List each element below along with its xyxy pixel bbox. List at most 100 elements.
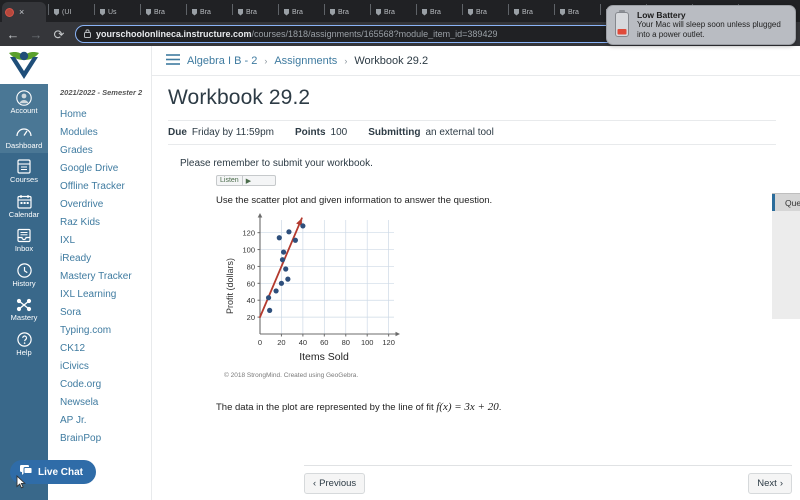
sidebar-item-calendar[interactable]: Calendar xyxy=(0,188,48,223)
course-nav-item-raz-kids[interactable]: Raz Kids xyxy=(48,213,151,231)
tab-favicon-icon xyxy=(421,9,428,16)
help-question-icon xyxy=(16,331,33,348)
svg-text:60: 60 xyxy=(247,279,255,288)
course-nav-item-ap-jr[interactable]: AP Jr. xyxy=(48,411,151,429)
tab-divider xyxy=(508,3,509,15)
course-nav-item-ixl[interactable]: IXL xyxy=(48,231,151,249)
low-battery-notification[interactable]: Low Battery Your Mac will sleep soon unl… xyxy=(606,5,796,45)
course-nav-item-offline-tracker[interactable]: Offline Tracker xyxy=(48,177,151,195)
course-nav-item-mastery-tracker[interactable]: Mastery Tracker xyxy=(48,267,151,285)
sidebar-item-label: Dashboard xyxy=(5,140,43,150)
page-title: Workbook 29.2 xyxy=(168,86,311,109)
sidebar-item-help[interactable]: Help xyxy=(0,326,48,361)
course-nav-item-sora[interactable]: Sora xyxy=(48,303,151,321)
course-nav-item-modules[interactable]: Modules xyxy=(48,123,151,141)
browser-tab[interactable]: Bra xyxy=(188,2,230,22)
browser-tab[interactable]: Bra xyxy=(142,2,184,22)
close-icon[interactable]: × xyxy=(19,7,24,17)
sidebar-item-history[interactable]: History xyxy=(0,257,48,292)
tab-favicon-icon xyxy=(99,9,106,16)
listen-button-label[interactable]: Listen xyxy=(220,177,239,184)
tab-divider xyxy=(232,3,233,15)
previous-button[interactable]: ‹ Previous xyxy=(304,473,366,494)
global-navigation: Account Dashboard Courses Calendar Inbox xyxy=(0,46,48,500)
sidebar-item-label: History xyxy=(12,278,36,288)
browser-tab[interactable]: Bra xyxy=(326,2,368,22)
line-of-fit-prefix: The data in the plot are represented by … xyxy=(216,402,437,413)
next-button-label: Next xyxy=(757,478,777,489)
tab-favicon-icon xyxy=(559,9,566,16)
browser-tab[interactable]: Bra xyxy=(556,2,598,22)
breadcrumb-assignments[interactable]: Assignments xyxy=(274,55,337,67)
back-button[interactable]: ← xyxy=(6,28,20,41)
main-content-column: Algebra I B - 2 › Assignments › Workbook… xyxy=(152,46,800,500)
courses-book-icon xyxy=(16,158,33,175)
next-button[interactable]: Next › xyxy=(748,473,792,494)
hamburger-menu-icon[interactable] xyxy=(166,53,180,68)
course-nav-item-brainpop[interactable]: BrainPop xyxy=(48,429,151,447)
browser-tab-active[interactable]: × xyxy=(2,2,46,22)
course-nav-item-ck12[interactable]: CK12 xyxy=(48,339,151,357)
browser-tab[interactable]: Bra xyxy=(372,2,414,22)
course-nav-item-iready[interactable]: iReady xyxy=(48,249,151,267)
tab-title: Bra xyxy=(338,8,349,16)
browser-tab[interactable]: Bra xyxy=(464,2,506,22)
svg-text:80: 80 xyxy=(247,262,255,271)
svg-text:100: 100 xyxy=(242,246,255,255)
tab-title: Bra xyxy=(430,8,441,16)
browser-tab[interactable]: (UI xyxy=(50,2,92,22)
course-nav-item-grades[interactable]: Grades xyxy=(48,141,151,159)
listen-settings-icon[interactable]: ▶ xyxy=(246,177,251,185)
tab-favicon-icon xyxy=(329,9,336,16)
sidebar-item-courses[interactable]: Courses xyxy=(0,153,48,188)
sidebar-item-account[interactable]: Account xyxy=(0,84,48,119)
course-nav-item-icivics[interactable]: iCivics xyxy=(48,357,151,375)
course-nav-item-code-org[interactable]: Code.org xyxy=(48,375,151,393)
reload-button[interactable]: ⟳ xyxy=(52,28,66,41)
browser-tab[interactable]: Us xyxy=(96,2,138,22)
svg-text:20: 20 xyxy=(277,338,285,347)
tab-title: Bra xyxy=(568,8,579,16)
dashboard-speedometer-icon xyxy=(16,124,33,141)
course-navigation: 2021/2022 - Semester 2 Home Modules Grad… xyxy=(48,46,152,500)
browser-tab[interactable]: Bra xyxy=(510,2,552,22)
listen-toolbar[interactable]: Listen ▶ xyxy=(216,175,276,186)
assignment-instruction: Please remember to submit your workbook. xyxy=(180,158,373,169)
browser-tab[interactable]: Bra xyxy=(234,2,276,22)
browser-tab[interactable]: Bra xyxy=(280,2,322,22)
course-nav-item-newsela[interactable]: Newsela xyxy=(48,393,151,411)
assignment-content: Workbook 29.2 Due Friday by 11:59pm Poin… xyxy=(152,76,800,413)
question-list-item[interactable]: Question 2 xyxy=(772,194,800,211)
question-navigator-panel: Question 2 ◀ Finish ▶ xyxy=(772,193,800,350)
course-nav-item-google-drive[interactable]: Google Drive xyxy=(48,159,151,177)
sidebar-item-inbox[interactable]: Inbox xyxy=(0,222,48,257)
sidebar-item-dashboard[interactable]: Dashboard xyxy=(0,118,48,153)
breadcrumb-course[interactable]: Algebra I B - 2 xyxy=(187,55,257,67)
chart-attribution: © 2018 StrongMind. Created using GeoGebr… xyxy=(224,372,359,379)
canvas-lms-app: Account Dashboard Courses Calendar Inbox xyxy=(0,46,800,500)
url-text: yourschoolonlineca.instructure.com/cours… xyxy=(96,29,497,39)
breadcrumb: Algebra I B - 2 › Assignments › Workbook… xyxy=(152,46,800,76)
course-nav-item-home[interactable]: Home xyxy=(48,105,151,123)
course-nav-item-ixl-learning[interactable]: IXL Learning xyxy=(48,285,151,303)
school-logo[interactable] xyxy=(0,46,48,84)
svg-text:120: 120 xyxy=(242,229,255,238)
course-nav-item-overdrive[interactable]: Overdrive xyxy=(48,195,151,213)
question-list: Question 2 xyxy=(772,193,800,319)
url-path: /courses/1818/assignments/165568?module_… xyxy=(251,29,498,39)
browser-tab[interactable]: Bra xyxy=(418,2,460,22)
y-axis-label: Profit (dollars) xyxy=(225,258,235,314)
notification-title: Low Battery xyxy=(637,9,686,20)
forward-button[interactable]: → xyxy=(29,28,43,41)
question-prompt: Use the scatter plot and given informati… xyxy=(216,195,493,206)
course-nav-item-typing-com[interactable]: Typing.com xyxy=(48,321,151,339)
sidebar-item-mastery[interactable]: Mastery xyxy=(0,291,48,326)
svg-text:20: 20 xyxy=(247,313,255,322)
tab-favicon-icon xyxy=(467,9,474,16)
sidebar-item-label: Inbox xyxy=(14,244,34,253)
question-panel-buttons: ◀ Finish ▶ xyxy=(772,328,800,350)
svg-text:40: 40 xyxy=(299,338,307,347)
previous-button-label: Previous xyxy=(319,478,357,489)
line-of-fit-suffix: . xyxy=(498,402,502,413)
svg-text:0: 0 xyxy=(258,338,262,347)
